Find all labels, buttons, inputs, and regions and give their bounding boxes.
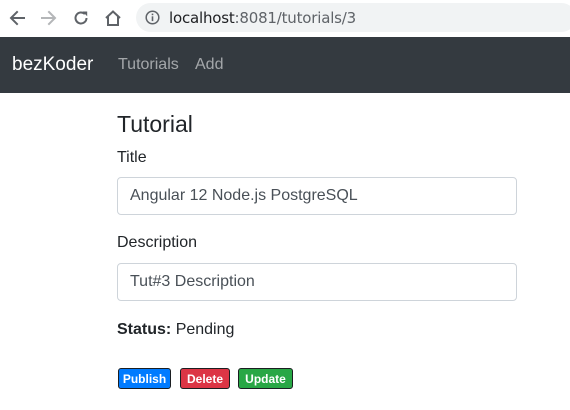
title-input[interactable] xyxy=(117,177,517,215)
info-icon[interactable] xyxy=(145,10,160,25)
page-title: Tutorial xyxy=(117,111,193,137)
app-navbar: bezKoder Tutorials Add xyxy=(0,37,570,93)
publish-button[interactable]: Publish xyxy=(118,368,171,389)
arrow-left-icon xyxy=(9,10,25,26)
browser-toolbar: localhost:8081/tutorials/3 xyxy=(0,0,570,37)
reload-icon xyxy=(74,11,88,25)
url-host: localhost xyxy=(169,9,235,27)
url-text[interactable]: localhost:8081/tutorials/3 xyxy=(169,9,356,27)
nav-link-add[interactable]: Add xyxy=(195,56,223,74)
back-button[interactable] xyxy=(6,7,28,29)
update-button[interactable]: Update xyxy=(238,368,293,389)
brand-link[interactable]: bezKoder xyxy=(12,54,93,76)
address-bar[interactable]: localhost:8081/tutorials/3 xyxy=(136,3,570,32)
status-value: Pending xyxy=(175,321,235,338)
home-icon xyxy=(105,10,121,26)
status-line: Status: Pending xyxy=(117,321,234,339)
forward-button[interactable] xyxy=(38,7,60,29)
nav-link-tutorials[interactable]: Tutorials xyxy=(118,56,179,74)
description-input[interactable] xyxy=(117,263,517,301)
url-path: :8081/tutorials/3 xyxy=(234,9,357,27)
status-label: Status: xyxy=(117,321,172,338)
delete-button[interactable]: Delete xyxy=(180,368,230,389)
arrow-right-icon xyxy=(41,10,57,26)
title-label: Title xyxy=(117,149,147,166)
home-button[interactable] xyxy=(102,7,124,29)
description-label: Description xyxy=(117,234,198,251)
reload-button[interactable] xyxy=(70,7,92,29)
